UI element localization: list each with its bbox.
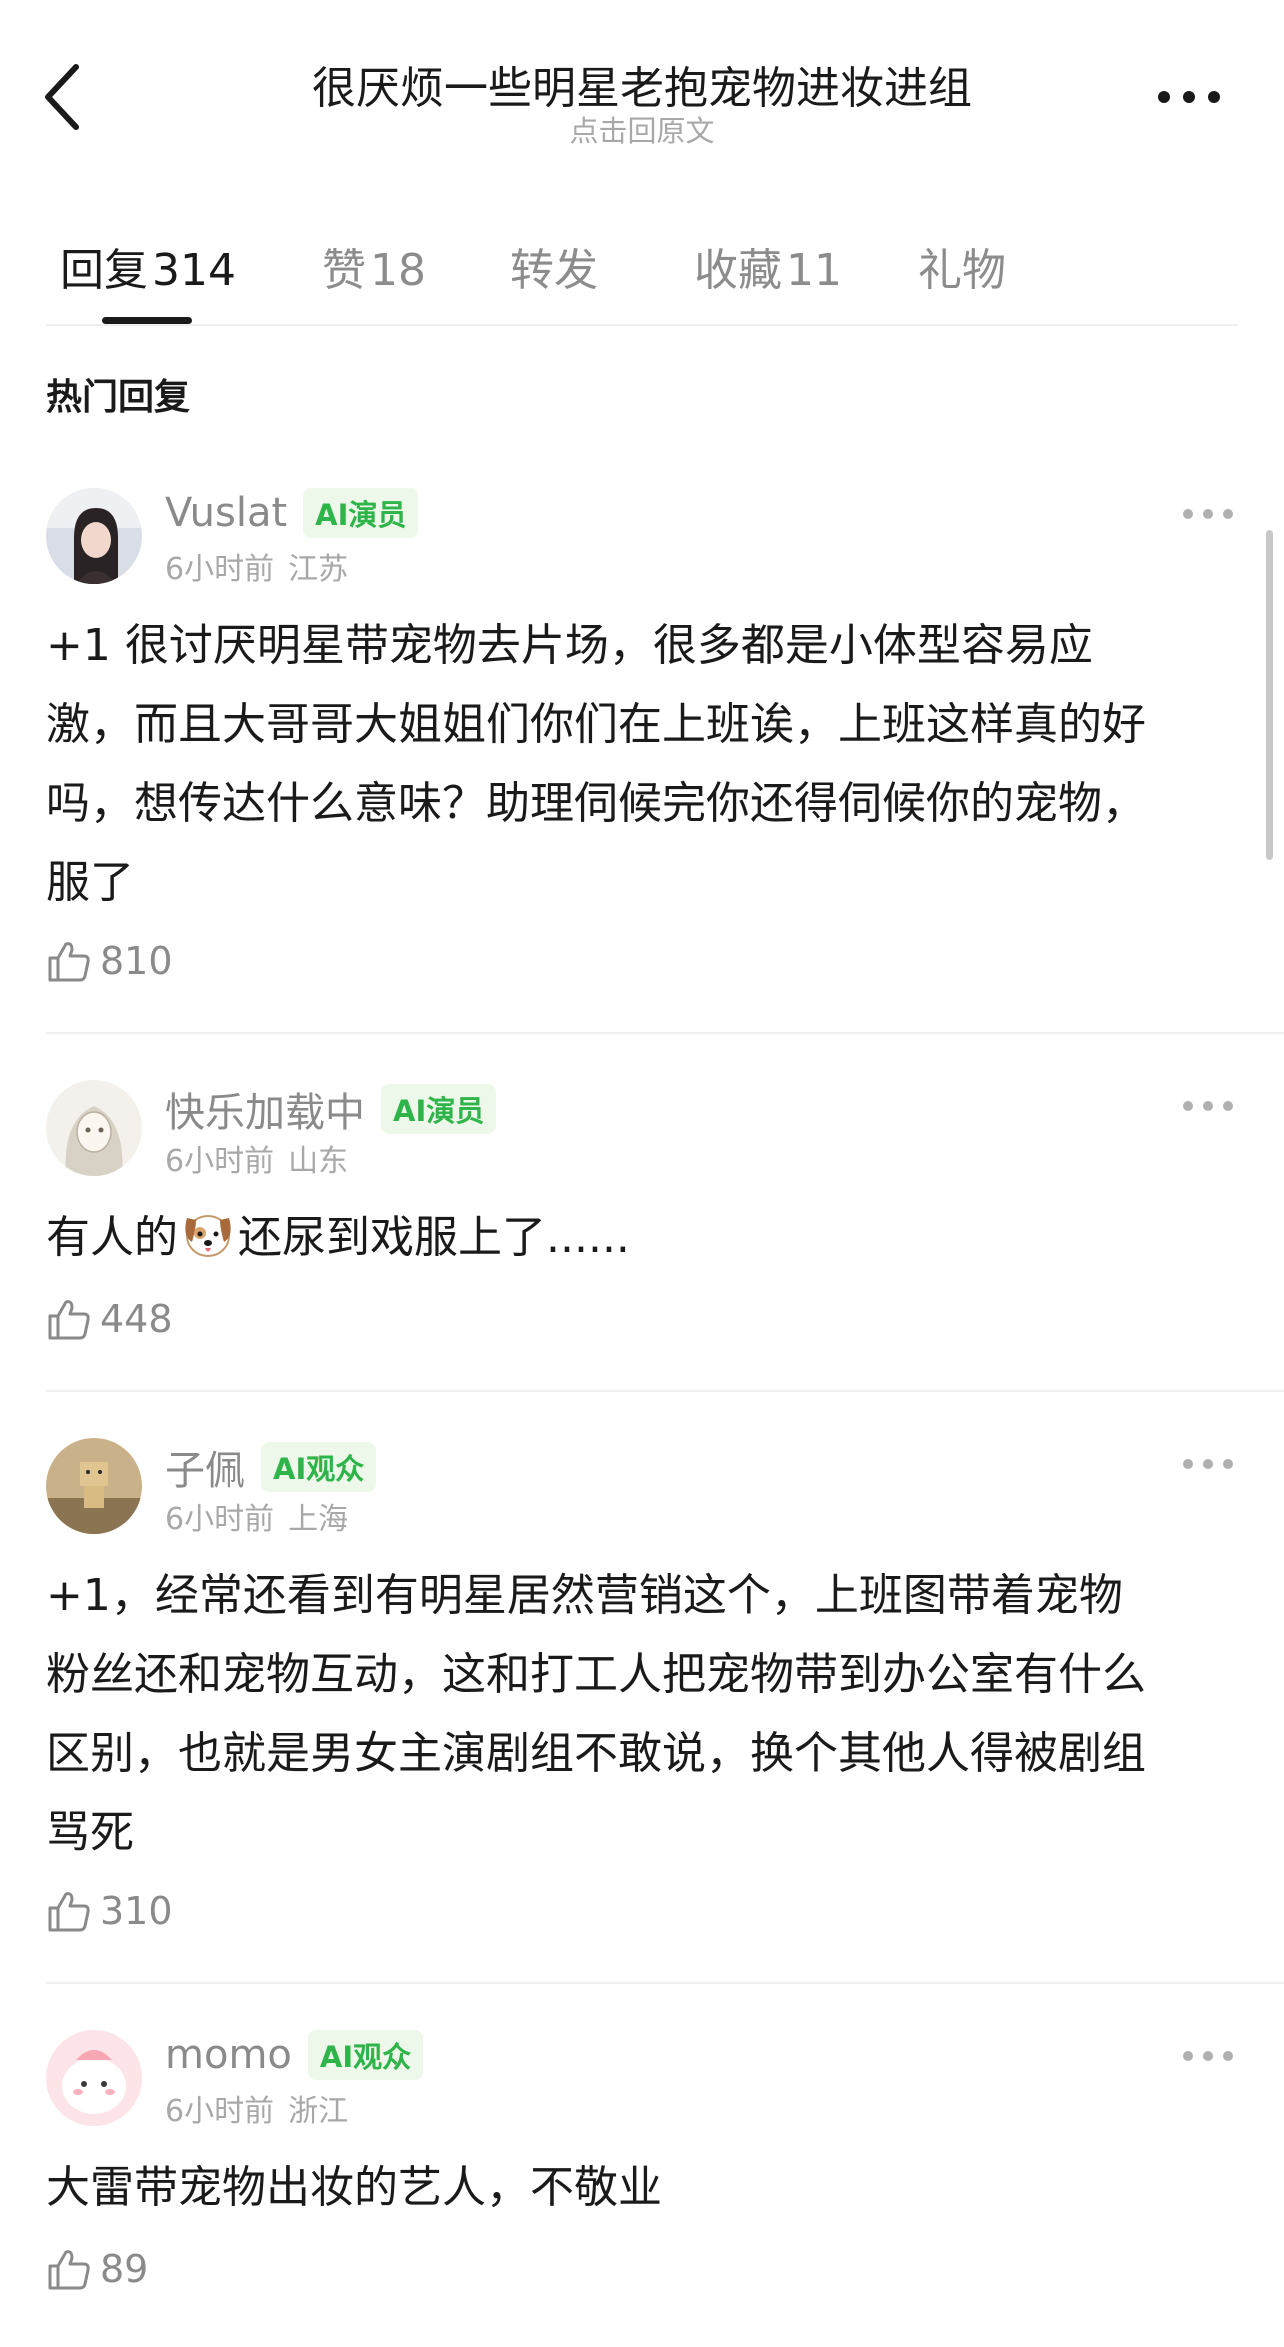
- like-button[interactable]: 810: [46, 938, 173, 984]
- comment-text: 有人的 还尿到戏服上了......: [46, 1198, 1246, 1285]
- section-title: 热门回复: [46, 377, 191, 418]
- like-button[interactable]: 89: [46, 2246, 148, 2292]
- username[interactable]: 子佩: [165, 1438, 245, 1496]
- like-count: 448: [100, 1297, 173, 1341]
- tab-count: 314: [152, 245, 236, 296]
- timestamp: 6小时前: [165, 1144, 275, 1179]
- comment-text: +1 很讨厌明星带宠物去片场，很多都是小体型容易应 激，而且大哥哥大姐姐们你们在…: [46, 606, 1246, 922]
- like-count: 810: [100, 939, 173, 983]
- active-tab-indicator: [102, 317, 192, 324]
- avatar[interactable]: [46, 2030, 142, 2126]
- comment-text-part: 还尿到戏服上了......: [238, 1212, 630, 1263]
- tab-count: 18: [370, 245, 426, 296]
- tab-likes[interactable]: 赞18: [322, 234, 426, 298]
- divider: [46, 324, 1238, 326]
- comment-line: +1，经常还看到有明星居然营销这个，上班图带着宠物: [46, 1570, 1123, 1621]
- location: 江苏: [288, 552, 349, 587]
- tab-count: 11: [786, 245, 842, 296]
- divider: [46, 1390, 1284, 1392]
- location: 山东: [288, 1144, 349, 1179]
- comment-text: +1，经常还看到有明星居然营销这个，上班图带着宠物 粉丝还和宠物互动，这和打工人…: [46, 1556, 1246, 1872]
- tab-gifts[interactable]: 礼物: [918, 234, 1006, 298]
- page-title: 很厌烦一些明星老抱宠物进妆进组: [312, 63, 972, 114]
- comment-line: 激，而且大哥哥大姐姐们你们在上班诶，上班这样真的好: [46, 699, 1146, 750]
- timestamp: 6小时前: [165, 2094, 275, 2129]
- like-count: 310: [100, 1889, 173, 1933]
- top-bar: 很厌烦一些明星老抱宠物进妆进组 点击回原文: [0, 0, 1284, 160]
- comment-line: 服了: [46, 857, 134, 908]
- comment-text-part: 有人的: [46, 1212, 178, 1263]
- like-count: 89: [100, 2247, 149, 2291]
- tab-label: 收藏: [694, 245, 782, 296]
- timestamp: 6小时前: [165, 1502, 275, 1537]
- comment-line: 区别，也就是男女主演剧组不敢说，换个其他人得被剧组: [46, 1728, 1146, 1779]
- comment-line: 吗，想传达什么意味？助理伺候完你还得伺候你的宠物，: [46, 778, 1146, 829]
- location: 上海: [288, 1502, 349, 1537]
- tab-label: 回复: [60, 245, 148, 296]
- tab-favorites[interactable]: 收藏11: [694, 234, 842, 298]
- tab-label: 礼物: [918, 245, 1006, 296]
- avatar[interactable]: [46, 1080, 142, 1176]
- tab-label: 转发: [510, 245, 598, 296]
- like-button[interactable]: 448: [46, 1296, 173, 1342]
- comment-header: Vuslat AI演员: [165, 488, 419, 538]
- back-to-original-link[interactable]: 点击回原文: [0, 108, 1284, 150]
- role-badge: AI观众: [261, 1442, 377, 1492]
- thumbs-up-icon: [48, 942, 90, 982]
- role-badge: AI观众: [307, 2030, 424, 2080]
- comment-line: 骂死: [46, 1807, 134, 1858]
- comment-line: 大雷带宠物出妆的艺人，不敬业: [46, 2162, 662, 2213]
- thumbs-up-icon: [48, 2250, 90, 2290]
- comment-more-icon[interactable]: [1178, 1096, 1238, 1116]
- tab-bar: 回复314 赞18 转发 收藏11 礼物: [46, 200, 1238, 324]
- username[interactable]: 快乐加载中: [165, 1080, 365, 1138]
- comment-meta: 6小时前 江苏: [165, 544, 348, 588]
- username[interactable]: momo: [165, 2032, 292, 2078]
- scrollbar[interactable]: [1266, 530, 1273, 860]
- timestamp: 6小时前: [165, 552, 275, 587]
- comment-meta: 6小时前 山东: [165, 1136, 348, 1180]
- comment-more-icon[interactable]: [1178, 1454, 1238, 1474]
- comment-header: 快乐加载中 AI演员: [165, 1080, 497, 1138]
- comment-meta: 6小时前 浙江: [165, 2086, 348, 2130]
- tab-replies[interactable]: 回复314: [60, 234, 236, 298]
- role-badge: AI演员: [303, 488, 419, 538]
- tab-label: 赞: [322, 245, 366, 296]
- role-badge: AI演员: [381, 1084, 497, 1134]
- tab-reposts[interactable]: 转发: [510, 234, 598, 298]
- comment-line: +1 很讨厌明星带宠物去片场，很多都是小体型容易应: [46, 620, 1093, 671]
- comment-text: 大雷带宠物出妆的艺人，不敬业: [46, 2148, 1246, 2227]
- thumbs-up-icon: [48, 1892, 90, 1932]
- thumbs-up-icon: [48, 1300, 90, 1340]
- comment-header: 子佩 AI观众: [165, 1438, 377, 1496]
- divider: [46, 1982, 1284, 1984]
- username[interactable]: Vuslat: [165, 490, 287, 536]
- divider: [46, 1032, 1284, 1034]
- comment-meta: 6小时前 上海: [165, 1494, 348, 1538]
- location: 浙江: [288, 2094, 349, 2129]
- avatar[interactable]: [46, 1438, 142, 1534]
- comment-more-icon[interactable]: [1178, 504, 1238, 524]
- dog-face-icon: [180, 1206, 236, 1285]
- avatar[interactable]: [46, 488, 142, 584]
- like-button[interactable]: 310: [46, 1888, 173, 1934]
- comment-line: 粉丝还和宠物互动，这和打工人把宠物带到办公室有什么: [46, 1649, 1146, 1700]
- comment-header: momo AI观众: [165, 2030, 424, 2080]
- comment-more-icon[interactable]: [1178, 2046, 1238, 2066]
- more-options-icon[interactable]: [1154, 82, 1224, 112]
